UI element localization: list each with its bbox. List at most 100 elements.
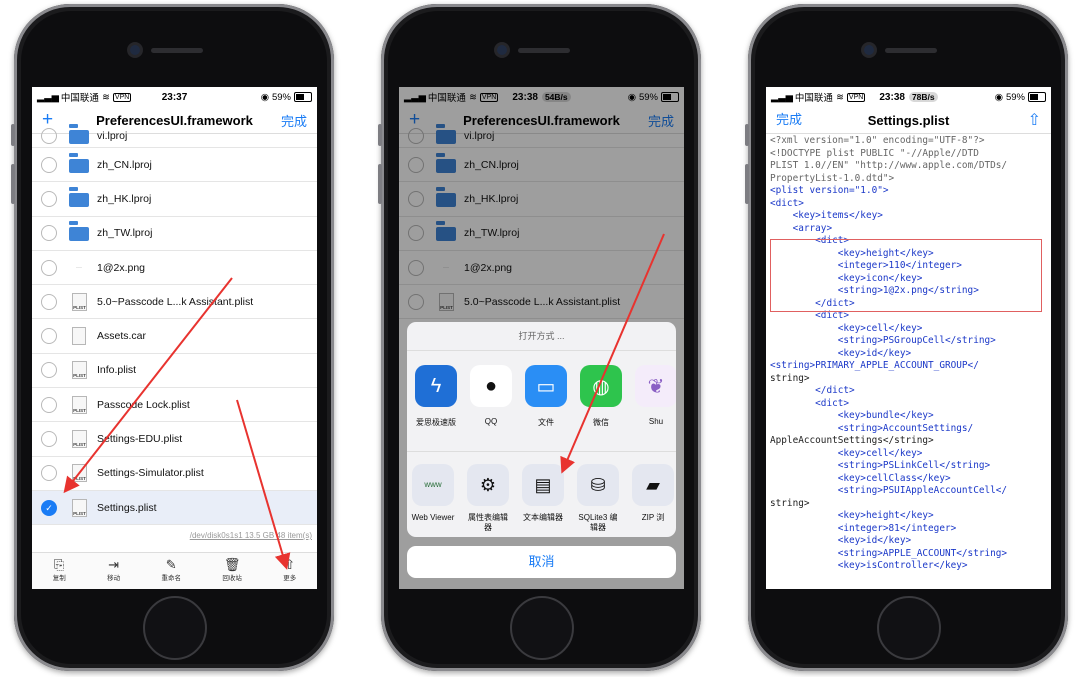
plist-source[interactable]: <?xml version="1.0" encoding="UTF-8"?> <!… (770, 135, 1049, 573)
lightning-icon: ϟ (415, 365, 457, 407)
list-item[interactable]: PLIST Passcode Lock.plist (32, 388, 317, 423)
bottom-toolbar: ⎘ 复制 ⇥ 移动 ✎ 重命名 🗑 回收站 ⇧ 更多 (32, 552, 317, 589)
home-button[interactable] (143, 596, 207, 660)
toolbar-label: 重命名 (161, 575, 181, 582)
radio-icon[interactable] (41, 396, 57, 413)
list-item[interactable]: Assets.car (32, 319, 317, 354)
checked-radio-icon[interactable]: ✓ (41, 499, 57, 516)
screen-file-browser: ▂▃▅ 中国联通 ≋ VPN 23:37 ◉ 59% + PreferencesU… (32, 87, 317, 589)
cancel-button[interactable]: 取消 (407, 546, 676, 578)
plist-file-icon: PLIST (69, 360, 89, 380)
list-item[interactable]: ✓ PLIST Settings.plist (32, 490, 317, 526)
code-line: <key>cellClass</key> (770, 472, 951, 484)
share-action[interactable]: ⚙ 属性表编辑器 (466, 464, 510, 533)
file-list: vi.lproj zh_CN.lproj zh_HK.lproj zh_TW.lpro… (32, 125, 317, 526)
feather-icon: ❦ (635, 365, 676, 407)
share-icon: ⇧ (284, 557, 296, 572)
share-app[interactable]: ❦ Shu (635, 365, 676, 451)
share-app[interactable]: ▭ 文件 (525, 365, 567, 451)
code-line: <plist version="1.0"> (770, 185, 889, 196)
toolbar-button[interactable]: ⎘ 复制 (53, 553, 66, 589)
code-line: <integer>81</integer> (770, 522, 957, 534)
radio-icon[interactable] (41, 293, 57, 310)
radio-icon[interactable] (41, 328, 57, 345)
list-item[interactable]: zh_TW.lproj (32, 217, 317, 251)
toolbar-button[interactable]: ⇥ 移动 (107, 553, 120, 589)
move-icon: ⇥ (108, 557, 120, 572)
phone-3: ▂▃▅ 中国联通 ≋ VPN 23:38 78B/s ◉ 59% 完成 Settin… (745, 4, 1068, 671)
share-app-label: 微信 (593, 418, 609, 427)
radio-icon[interactable] (41, 259, 57, 276)
action-row: www Web Viewer ⚙ 属性表编辑器 ▤ 文本编辑器 ⛁ SQLite3 编辑器 ▰ Z… (407, 452, 676, 533)
folder-icon (69, 155, 89, 175)
file-name: Passcode Lock.plist (97, 398, 190, 411)
folder-icon (69, 189, 89, 209)
file-name: vi.lproj (97, 130, 128, 142)
text-editor-icon: ▤ (522, 464, 564, 506)
toolbar-button[interactable]: ⇧ 更多 (283, 553, 296, 589)
home-button[interactable] (877, 596, 941, 660)
list-item[interactable]: PLIST Settings-EDU.plist (32, 422, 317, 457)
toolbar-button[interactable]: ✎ 重命名 (161, 553, 181, 589)
list-item[interactable]: zh_HK.lproj (32, 182, 317, 217)
sheet-title: 打开方式 ... (407, 322, 676, 351)
front-camera (130, 45, 140, 55)
list-item[interactable]: PLIST Settings-Simulator.plist (32, 457, 317, 491)
share-icon[interactable]: ⇧ (1028, 110, 1041, 130)
plist-editor-icon: ⚙ (467, 464, 509, 506)
code-line: string> (770, 372, 810, 384)
share-action[interactable]: www Web Viewer (411, 464, 455, 533)
share-action[interactable]: ▰ ZIP 浏 (631, 464, 675, 533)
radio-icon[interactable] (41, 431, 57, 448)
code-line: <dict> (770, 397, 850, 409)
plist-file-icon: PLIST (69, 463, 89, 483)
list-item[interactable]: vi.lproj (32, 125, 317, 148)
share-app-label: QQ (484, 417, 498, 426)
code-line: <string>PRIMARY_APPLE_ACCOUNT_GROUP</ (770, 360, 979, 371)
radio-icon[interactable] (41, 156, 57, 173)
plist-file-icon: PLIST (69, 498, 89, 518)
toolbar-label: 复制 (52, 575, 66, 582)
chat-icon: ◍ (580, 365, 622, 407)
code-line: </dict> (770, 385, 855, 396)
share-action-label: SQLite3 编辑器 (578, 513, 618, 532)
share-app[interactable]: ● QQ (470, 365, 512, 451)
radio-icon[interactable] (41, 465, 57, 482)
code-line: string> (770, 497, 810, 509)
code-line: <key>id</key> (770, 535, 912, 546)
code-line: <string>APPLE_ACCOUNT</string> (770, 547, 1008, 559)
toolbar-button[interactable]: 🗑 回收站 (222, 553, 242, 589)
list-item[interactable]: PLIST 5.0~Passcode L...k Assistant.plist (32, 285, 317, 320)
code-line: <key>cell</key> (770, 447, 923, 459)
home-button[interactable] (510, 596, 574, 660)
code-line: <!DOCTYPE plist PUBLIC "-//Apple//DTD (770, 147, 979, 159)
status-bar: ▂▃▅ 中国联通 ≋ VPN 23:37 ◉ 59% (32, 87, 317, 107)
front-camera (497, 45, 507, 55)
file-name: Settings-Simulator.plist (97, 467, 204, 480)
share-app[interactable]: ϟ 爱思极速版 (415, 365, 457, 451)
code-line: <string>AccountSettings/ (770, 422, 974, 434)
share-action[interactable]: ▤ 文本编辑器 (521, 464, 565, 533)
screen-open-with: ▂▃▅ 中国联通 ≋ VPN 23:38 54B/s ◉ 59% + Prefere… (399, 87, 684, 589)
sqlite-editor-icon: ⛁ (577, 464, 619, 506)
list-item[interactable]: ··· 1@2x.png (32, 251, 317, 286)
disk-info: /dev/disk0s1s1 13.5 GB 48 item(s) (189, 531, 312, 540)
page-title: Settings.plist (867, 112, 950, 128)
rename-icon: ✎ (165, 557, 177, 572)
list-item[interactable]: zh_CN.lproj (32, 148, 317, 183)
app-row: ϟ 爱思极速版 ● QQ ▭ 文件 ◍ 微信 ❦ Shu (407, 351, 676, 452)
radio-icon[interactable] (41, 362, 57, 379)
list-item[interactable]: PLIST Info.plist (32, 354, 317, 389)
share-action[interactable]: ⛁ SQLite3 编辑器 (576, 464, 620, 533)
battery-icon (1028, 92, 1046, 102)
screen-text-editor: ▂▃▅ 中国联通 ≋ VPN 23:38 78B/s ◉ 59% 完成 Settin… (766, 87, 1051, 589)
highlight-box (770, 239, 1042, 312)
radio-icon[interactable] (41, 128, 57, 144)
file-name: Assets.car (97, 330, 147, 343)
code-line: <?xml version="1.0" encoding="UTF-8"?> (770, 135, 985, 146)
share-app[interactable]: ◍ 微信 (580, 365, 622, 451)
radio-icon[interactable] (41, 225, 57, 242)
earpiece-speaker (518, 48, 570, 53)
radio-icon[interactable] (41, 190, 57, 207)
code-line: <key>isController</key> (770, 560, 968, 571)
